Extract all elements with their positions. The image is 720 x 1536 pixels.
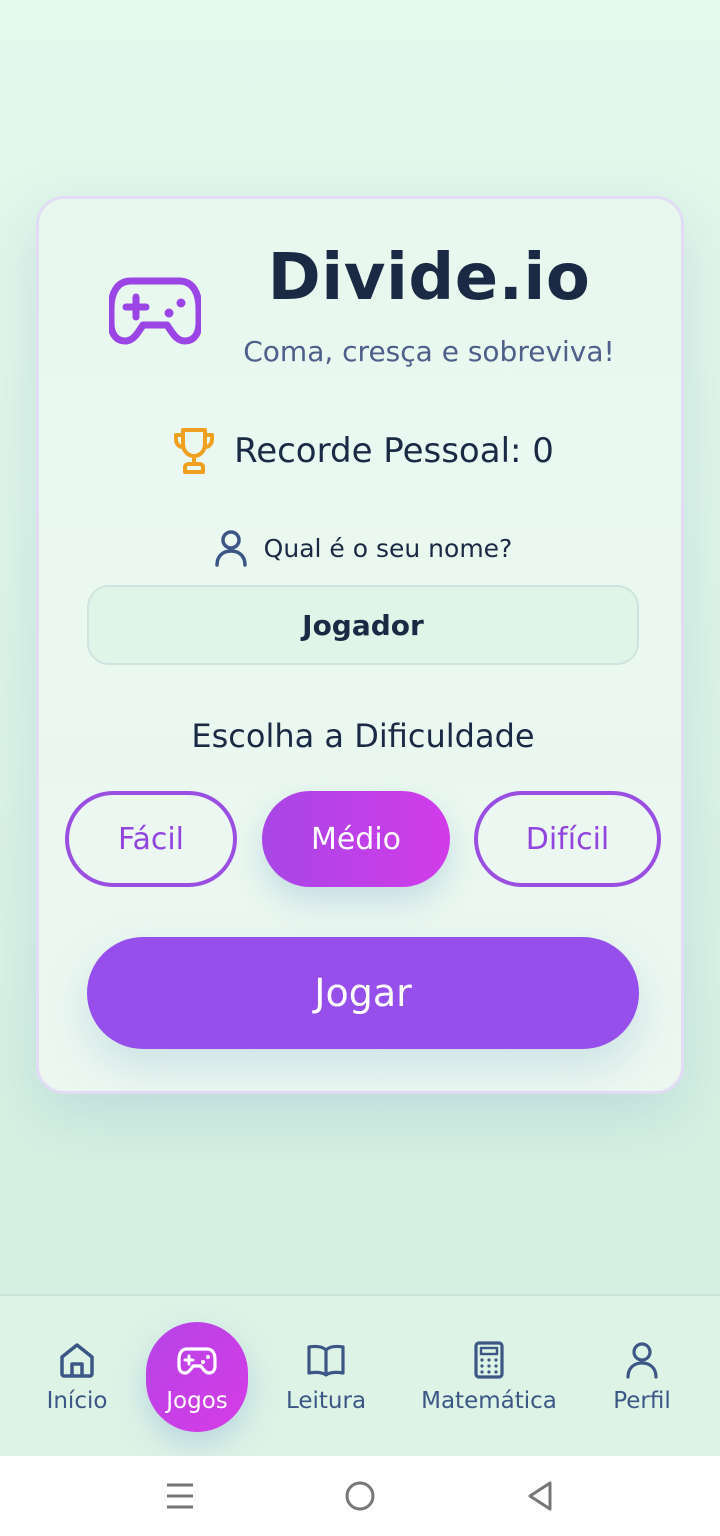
app-subtitle: Coma, cresça e sobreviva! — [243, 335, 615, 368]
nav-label-matematica: Matemática — [421, 1388, 557, 1414]
nav-label-jogos: Jogos — [166, 1388, 228, 1414]
record-text: Recorde Pessoal: 0 — [234, 431, 554, 471]
play-button[interactable]: Jogar — [87, 937, 639, 1049]
gamepad-icon — [177, 1347, 217, 1375]
app-title: Divide.io — [267, 241, 591, 315]
nav-label-leitura: Leitura — [285, 1388, 367, 1414]
nav-item-jogos[interactable]: Jogos — [146, 1296, 248, 1458]
nav-label-perfil: Perfil — [613, 1388, 671, 1414]
gamepad-icon — [109, 277, 201, 345]
difficulty-title: Escolha a Dificuldade — [191, 717, 535, 755]
name-input[interactable] — [87, 585, 639, 665]
home-circle-icon[interactable] — [340, 1476, 380, 1516]
recent-apps-icon[interactable] — [160, 1476, 200, 1516]
nav-item-leitura[interactable]: Leitura — [276, 1296, 376, 1458]
difficulty-easy-button[interactable]: Fácil — [65, 791, 237, 887]
name-label: Qual é o seu nome? — [263, 533, 513, 563]
personal-record: Recorde Pessoal: 0 — [39, 427, 687, 475]
bottom-navigation: Início Jogos Leitura Matemática Perfil — [0, 1294, 720, 1458]
user-icon — [214, 530, 247, 567]
nav-label-inicio: Início — [46, 1388, 108, 1414]
nav-item-inicio[interactable]: Início — [32, 1296, 122, 1458]
name-prompt: Qual é o seu nome? — [39, 529, 687, 567]
home-icon — [60, 1343, 94, 1378]
book-icon — [307, 1344, 345, 1377]
nav-item-perfil[interactable]: Perfil — [600, 1296, 684, 1458]
calculator-icon — [474, 1341, 504, 1379]
system-navigation-bar — [0, 1456, 720, 1536]
nav-item-matematica[interactable]: Matemática — [414, 1296, 564, 1458]
user-icon — [626, 1342, 658, 1379]
back-icon[interactable] — [520, 1476, 560, 1516]
game-card: Divide.io Coma, cresça e sobreviva! Reco… — [36, 196, 684, 1094]
difficulty-medium-button[interactable]: Médio — [262, 791, 450, 887]
difficulty-hard-button[interactable]: Difícil — [474, 791, 661, 887]
trophy-icon — [174, 428, 215, 474]
